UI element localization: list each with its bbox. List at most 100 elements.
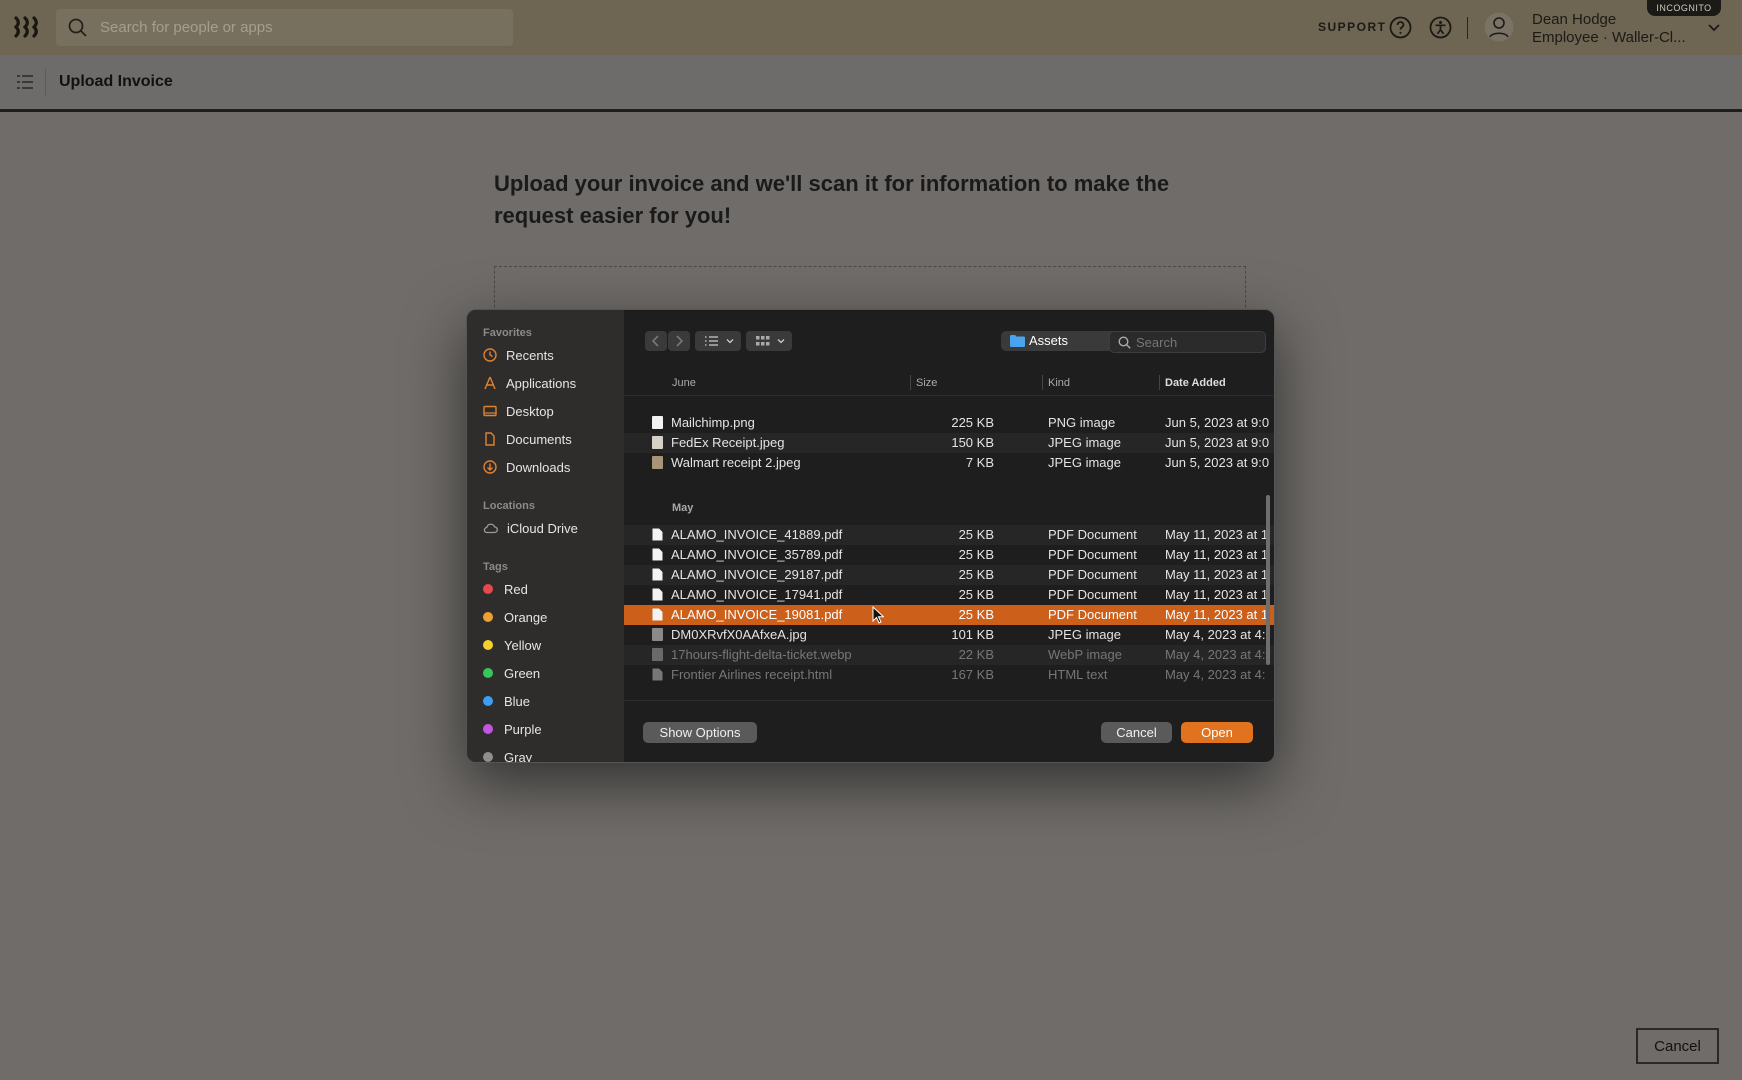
file-list: Mailchimp.png 225 KB PNG image Jun 5, 20… [624, 398, 1274, 698]
file-row[interactable]: ALAMO_INVOICE_17941.pdf 25 KB PDF Docume… [624, 585, 1274, 605]
column-date-added[interactable]: Date Added [1165, 377, 1226, 389]
tag-orange[interactable]: Orange [483, 606, 547, 628]
sidebar-item-applications[interactable]: Applications [483, 372, 576, 394]
tag-yellow[interactable]: Yellow [483, 634, 541, 656]
dialog-search-field[interactable]: Search [1109, 331, 1266, 353]
tag-label: Green [504, 665, 541, 681]
user-role[interactable]: Employee · Waller-Cl... [1532, 29, 1686, 46]
column-kind[interactable]: Kind [1048, 377, 1070, 389]
file-row[interactable]: Walmart receipt 2.jpeg 7 KB JPEG image J… [624, 453, 1274, 473]
file-date: Jun 5, 2023 at 9:0 [1165, 415, 1270, 430]
rippling-logo[interactable] [14, 16, 44, 38]
file-name: 17hours-flight-delta-ticket.webp [671, 647, 852, 662]
file-size: 25 KB [958, 607, 994, 622]
support-link[interactable]: SUPPORT [1318, 20, 1387, 34]
sidebar-item-downloads[interactable]: Downloads [483, 456, 570, 478]
file-date: May 11, 2023 at 1 [1165, 567, 1269, 582]
file-date: May 11, 2023 at 1 [1165, 547, 1269, 562]
file-row[interactable]: ALAMO_INVOICE_35789.pdf 25 KB PDF Docume… [624, 545, 1274, 565]
column-name[interactable]: June [672, 377, 696, 389]
tag-dot-icon [483, 752, 493, 762]
group-header-may: May [672, 502, 694, 514]
file-kind: PDF Document [1048, 587, 1137, 602]
sidebar-item-recents[interactable]: Recents [483, 344, 554, 366]
file-list-scrollbar[interactable] [1266, 495, 1270, 665]
file-name: ALAMO_INVOICE_29187.pdf [671, 567, 843, 582]
tag-red[interactable]: Red [483, 578, 528, 600]
sidebar-item-desktop[interactable]: Desktop [483, 400, 554, 422]
sidebar-item-label: Downloads [506, 459, 571, 475]
tag-label: Red [504, 581, 528, 597]
global-search[interactable]: Search for people or apps [56, 9, 513, 46]
divider [624, 700, 1274, 701]
file-row[interactable]: ALAMO_INVOICE_29187.pdf 25 KB PDF Docume… [624, 565, 1274, 585]
file-date: May 11, 2023 at 1 [1165, 607, 1269, 622]
user-name[interactable]: Dean Hodge [1532, 11, 1616, 28]
clock-icon [483, 348, 497, 362]
file-name: Mailchimp.png [671, 415, 755, 430]
file-kind: JPEG image [1048, 435, 1121, 450]
desktop-icon [483, 405, 497, 417]
html-file-icon [652, 668, 663, 681]
file-name: ALAMO_INVOICE_41889.pdf [671, 527, 843, 542]
divider [45, 69, 46, 97]
sidebar-item-icloud-drive[interactable]: iCloud Drive [483, 517, 578, 539]
file-size: 101 KB [951, 627, 994, 642]
show-options-button[interactable]: Show Options [643, 722, 757, 743]
sidebar-item-documents[interactable]: Documents [483, 428, 572, 450]
file-row[interactable]: DM0XRvfX0AAfxeA.jpg 101 KB JPEG image Ma… [624, 625, 1274, 645]
file-row[interactable]: FedEx Receipt.jpeg 150 KB JPEG image Jun… [624, 433, 1274, 453]
tags-heading: Tags [483, 561, 508, 573]
help-icon[interactable] [1389, 16, 1412, 39]
search-placeholder: Search [1136, 335, 1178, 350]
tag-purple[interactable]: Purple [483, 718, 542, 740]
forward-button[interactable] [668, 331, 690, 351]
tag-green[interactable]: Green [483, 662, 540, 684]
dialog-cancel-button[interactable]: Cancel [1101, 722, 1172, 743]
back-button[interactable] [645, 331, 667, 351]
chevron-down-icon[interactable] [1707, 20, 1721, 34]
file-size: 150 KB [951, 435, 994, 450]
file-size: 225 KB [951, 415, 994, 430]
sidebar-item-label: Applications [506, 375, 577, 391]
image-file-icon [652, 416, 663, 429]
search-icon [68, 18, 87, 37]
file-date: May 11, 2023 at 1 [1165, 587, 1269, 602]
tag-gray[interactable]: Gray [483, 746, 532, 762]
file-row[interactable]: ALAMO_INVOICE_41889.pdf 25 KB PDF Docume… [624, 525, 1274, 545]
file-kind: JPEG image [1048, 627, 1121, 642]
tag-label: Purple [504, 721, 542, 737]
tag-label: Gray [504, 749, 533, 763]
favorites-heading: Favorites [483, 327, 532, 339]
locations-heading: Locations [483, 500, 535, 512]
cancel-button[interactable]: Cancel [1636, 1028, 1719, 1064]
list-view-button[interactable] [695, 331, 741, 351]
open-button[interactable]: Open [1181, 722, 1253, 743]
file-kind: WebP image [1048, 647, 1122, 662]
file-row-selected[interactable]: ALAMO_INVOICE_19081.pdf 25 KB PDF Docume… [624, 605, 1274, 625]
user-avatar-icon[interactable] [1484, 12, 1514, 42]
file-size: 25 KB [958, 527, 994, 542]
grid-view-button[interactable] [746, 331, 792, 351]
sidebar-toggle-icon[interactable] [16, 75, 34, 89]
file-date: May 11, 2023 at 1 [1165, 527, 1269, 542]
divider [1467, 17, 1468, 39]
pdf-file-icon [652, 548, 663, 561]
sidebar-item-label: Desktop [506, 403, 554, 419]
sidebar-item-label: iCloud Drive [507, 520, 578, 536]
tag-blue[interactable]: Blue [483, 690, 530, 712]
tag-dot-icon [483, 612, 493, 622]
file-kind: PDF Document [1048, 567, 1137, 582]
file-name: Walmart receipt 2.jpeg [671, 455, 801, 470]
file-kind: PDF Document [1048, 607, 1137, 622]
column-divider [1159, 375, 1160, 390]
page-header: Upload Invoice [0, 55, 1742, 112]
accessibility-icon[interactable] [1429, 16, 1452, 39]
pdf-file-icon [652, 608, 663, 621]
file-row[interactable]: Mailchimp.png 225 KB PNG image Jun 5, 20… [624, 413, 1274, 433]
column-size[interactable]: Size [916, 377, 937, 389]
image-file-icon [652, 628, 663, 641]
column-divider [910, 375, 911, 390]
tag-dot-icon [483, 724, 493, 734]
list-view-icon [705, 336, 734, 346]
